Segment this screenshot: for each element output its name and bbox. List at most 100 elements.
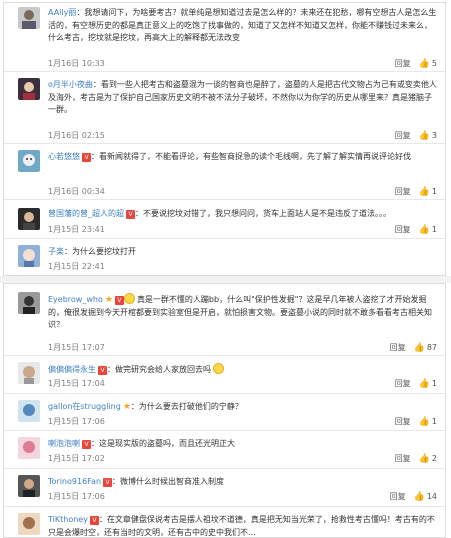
comment-item: gallon在struggling ★：为什么要去打破他们的宁静？ 1月15日 1…	[4, 394, 445, 431]
like-button[interactable]: 👍 5	[419, 59, 437, 69]
like-button[interactable]: 👍 1	[419, 187, 437, 197]
vip-badge-icon: V	[126, 210, 135, 219]
reply-button[interactable]: 回复	[390, 342, 406, 353]
comment-text: ：微博什么时候出智商准入制度	[112, 477, 225, 486]
comment-actions: 回复 👍 1	[395, 416, 437, 427]
comment-username[interactable]: gallon在struggling	[48, 402, 121, 411]
like-button[interactable]: 👍 1	[419, 225, 437, 235]
comment-username[interactable]: 心若悠悠	[48, 152, 80, 161]
comment-time: 1月15日 22:41	[48, 262, 105, 271]
like-button[interactable]: 👍 87	[414, 343, 437, 353]
comment-time: 1月16日 02:15	[48, 131, 105, 140]
avatar[interactable]	[18, 7, 40, 29]
comment-username[interactable]: 喇泡泡喇	[48, 439, 80, 448]
comment-username[interactable]: 曾国藩的曾_超人的超	[48, 209, 124, 218]
comment-item: 子楽：为什么要挖坟打开 1月15日 22:41	[4, 239, 445, 275]
comment-username[interactable]: Torino916Fan	[48, 477, 101, 486]
comment-text: ：看新闻就得了，不能看评论，有些智商捉急的读个毛线啊，先了解了解实情再说评论好伐	[91, 152, 411, 161]
avatar[interactable]	[18, 437, 40, 459]
avatar[interactable]	[18, 362, 40, 384]
comment-time: 1月15日 17:04	[48, 379, 105, 388]
avatar[interactable]	[18, 150, 40, 172]
like-count: 2	[431, 454, 437, 463]
reply-button[interactable]: 回复	[395, 186, 411, 197]
thumbs-up-icon: 👍	[418, 130, 430, 141]
comment-actions: 回复 👍 1	[395, 186, 437, 197]
like-count: 1	[431, 417, 437, 426]
smile-emoji-icon	[213, 363, 224, 374]
comment-panel-bottom: Eyebrow_who ★ V 真是一群不懂的人蹦bb，什么叫"保护性发掘"？这是早几…	[3, 283, 446, 538]
like-count: 5	[431, 59, 437, 68]
reply-button[interactable]: 回复	[395, 416, 411, 427]
comment-username[interactable]: TiKthoney	[48, 515, 88, 524]
thumbs-up-icon: 👍	[413, 342, 425, 353]
panel-separator	[0, 276, 451, 283]
comment-actions: 回复 👍 87	[390, 342, 437, 353]
reply-button[interactable]: 回复	[390, 491, 406, 502]
comment-item: TiKthoney V ：在文章健盘保说考古是摆人祖坟不道德，真是把无知当光荣了，抢…	[4, 507, 445, 537]
comment-time: 1月15日 17:06	[48, 492, 105, 501]
comment-time: 1月15日 23:41	[48, 225, 105, 234]
comment-username[interactable]: Eyebrow_who	[48, 295, 103, 304]
avatar[interactable]	[18, 245, 40, 267]
like-button[interactable]: 👍 3	[419, 131, 437, 141]
like-button[interactable]: 👍 14	[414, 492, 437, 502]
comment-username[interactable]: AAlly丽	[48, 8, 76, 17]
comment-item: AAlly丽：我想请问下，为啥要考古？就单纯是想知道过去是怎么样的？未来还在犯愁…	[4, 3, 445, 72]
comment-text: ：不要说挖坟对错了，我只想问问，货车上面站人是不是违反了道法。。。	[135, 209, 391, 218]
comment-text-block: Eyebrow_who ★ V 真是一群不懂的人蹦bb，什么叫"保护性发掘"？这是早几…	[48, 293, 437, 332]
avatar[interactable]	[18, 208, 40, 230]
comment-text-block: 心若悠悠 V ：看新闻就得了，不能看评论，有些智商捉急的读个毛线啊，先了解了解实情再…	[48, 151, 437, 164]
like-button[interactable]: 👍 1	[419, 379, 437, 389]
comment-item: Torino916Fan V ：微博什么时候出智商准入制度 1月15日 17:06 …	[4, 469, 445, 507]
comment-time: 1月15日 17:02	[48, 454, 105, 463]
thumbs-up-icon: 👍	[418, 378, 430, 389]
vip-badge-icon: V	[82, 440, 91, 449]
comment-time: 1月15日 17:06	[48, 417, 105, 426]
avatar[interactable]	[18, 475, 40, 497]
like-count: 87	[426, 343, 437, 352]
comment-actions: 回复 👍 1	[395, 224, 437, 235]
reply-button[interactable]: 回复	[395, 130, 411, 141]
like-count: 1	[431, 379, 437, 388]
smile-emoji-icon	[123, 293, 135, 304]
comment-time: 1月16日 10:33	[48, 59, 105, 68]
reply-button[interactable]: 回复	[395, 378, 411, 389]
comment-username[interactable]: o月半小夜曲	[48, 80, 93, 89]
avatar[interactable]	[18, 400, 40, 422]
vip-badge-icon: V	[82, 153, 91, 162]
reply-button[interactable]: 回复	[395, 224, 411, 235]
comment-text-block: o月半小夜曲：看到一些人把考古和盗墓混为一谈的智商也是醉了，盗墓的人是把古代文物…	[48, 79, 437, 117]
comment-item: 偏偏偏得永生 V ：做完研究会给人家放回去吗 1月15日 17:04 回复 👍 1	[4, 356, 445, 394]
comment-text: ：在文章健盘保说考古是摆人祖坟不道德，真是把无知当光荣了，抢救性考古懂吗！考古有…	[48, 515, 435, 537]
like-button[interactable]: 👍 1	[419, 417, 437, 427]
like-count: 14	[426, 492, 437, 501]
star-icon: ★	[122, 402, 131, 412]
comment-text-block: 喇泡泡喇 V ：这是现实版的盗墓吗，而且还光明正大	[48, 438, 437, 451]
comment-item: Eyebrow_who ★ V 真是一群不懂的人蹦bb，什么叫"保护性发掘"？这是早几…	[4, 284, 445, 356]
reply-button[interactable]: 回复	[395, 453, 411, 464]
thumbs-up-icon: 👍	[418, 186, 430, 197]
thumbs-up-icon: 👍	[418, 224, 430, 235]
thumbs-up-icon: 👍	[418, 416, 430, 427]
reply-button[interactable]: 回复	[395, 58, 411, 69]
comment-text: ：我想请问下，为啥要考古？就单纯是想知道过去是怎么样的？未来还在犯愁，哪有空想古…	[48, 8, 437, 42]
comment-username[interactable]: 子楽	[48, 247, 64, 256]
comment-time: 1月16日 00:34	[48, 187, 105, 196]
avatar[interactable]	[18, 292, 40, 314]
avatar[interactable]	[18, 513, 40, 535]
comment-panel-top: AAlly丽：我想请问下，为啥要考古？就单纯是想知道过去是怎么样的？未来还在犯愁…	[3, 2, 446, 276]
comment-text-block: AAlly丽：我想请问下，为啥要考古？就单纯是想知道过去是怎么样的？未来还在犯愁…	[48, 7, 437, 45]
avatar[interactable]	[18, 78, 40, 100]
comment-actions: 回复 👍 3	[395, 130, 437, 141]
comment-actions: 回复 👍 14	[390, 491, 437, 502]
comment-username[interactable]: 偏偏偏得永生	[48, 365, 96, 374]
comment-actions: 回复 👍 2	[395, 453, 437, 464]
comment-text-block: Torino916Fan V ：微博什么时候出智商准入制度	[48, 476, 437, 489]
vip-badge-icon: V	[103, 478, 113, 487]
like-button[interactable]: 👍 2	[419, 454, 437, 464]
like-count: 1	[431, 187, 437, 196]
thumbs-up-icon: 👍	[418, 58, 430, 69]
like-count: 1	[431, 225, 437, 234]
comment-item: 喇泡泡喇 V ：这是现实版的盗墓吗，而且还光明正大 1月15日 17:02 回复 👍…	[4, 431, 445, 469]
